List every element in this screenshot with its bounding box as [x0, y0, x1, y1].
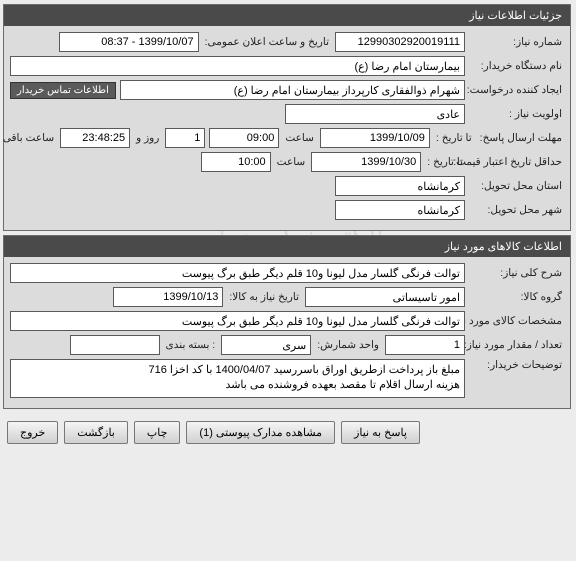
- qty-field[interactable]: [386, 335, 466, 355]
- qty-label: تعداد / مقدار مورد نیاز:: [470, 339, 565, 351]
- attachments-button[interactable]: مشاهده مدارک پیوستی (1): [187, 421, 336, 444]
- days-left-field[interactable]: [166, 128, 206, 148]
- time-label-2: ساعت: [276, 156, 309, 168]
- to-date-label: تا تاریخ :: [435, 132, 475, 144]
- group-label: گروه کالا:: [470, 291, 565, 303]
- org-label: نام دستگاه خریدار:: [470, 60, 565, 72]
- deadline-date-field[interactable]: [321, 128, 431, 148]
- need-number-label: شماره نیاز:: [470, 36, 565, 48]
- desc-field[interactable]: [11, 263, 466, 283]
- time-label-1: ساعت: [284, 132, 317, 144]
- spec-field[interactable]: [11, 311, 466, 331]
- hours-left-field[interactable]: [61, 128, 131, 148]
- announce-field[interactable]: [60, 32, 200, 52]
- delivery-province-field[interactable]: [336, 176, 466, 196]
- day-label: روز و: [135, 132, 162, 144]
- deadline-time-field[interactable]: [210, 128, 280, 148]
- button-bar: پاسخ به نیاز مشاهده مدارک پیوستی (1) چاپ…: [0, 413, 576, 452]
- respond-button[interactable]: پاسخ به نیاز: [342, 421, 421, 444]
- delivery-city-field[interactable]: [336, 200, 466, 220]
- buyer-notes-label: توضیحات خریدار:: [470, 359, 565, 371]
- to-date-label-2: تا تاریخ :: [426, 156, 466, 168]
- need-by-field[interactable]: [114, 287, 224, 307]
- org-field[interactable]: [11, 56, 466, 76]
- min-validity-label: حداقل تاریخ اعتبار قیمت:: [470, 156, 565, 169]
- goods-info-header: اطلاعات کالاهای مورد نیاز: [5, 236, 571, 257]
- deadline-label: مهلت ارسال پاسخ:: [479, 132, 565, 144]
- delivery-province-label: استان محل تحویل:: [470, 180, 565, 192]
- unit-label: واحد شمارش:: [316, 339, 382, 351]
- pack-label: : بسته بندی: [165, 339, 219, 351]
- creator-field[interactable]: [121, 80, 466, 100]
- delivery-city-label: شهر محل تحویل:: [470, 204, 565, 216]
- validity-date-field[interactable]: [312, 152, 422, 172]
- buyer-notes-field[interactable]: مبلغ باز پرداخت ازطریق اوراق باسررسید 14…: [11, 359, 466, 398]
- priority-field[interactable]: [286, 104, 466, 124]
- group-field[interactable]: [306, 287, 466, 307]
- creator-label: ایجاد کننده درخواست:: [470, 84, 565, 96]
- exit-button[interactable]: خروج: [8, 421, 59, 444]
- need-info-header: جزئیات اطلاعات نیاز: [5, 5, 571, 26]
- announce-label: تاریخ و ساعت اعلان عمومی:: [204, 36, 332, 48]
- remaining-label: ساعت باقی مانده: [0, 132, 57, 144]
- pack-field[interactable]: [71, 335, 161, 355]
- desc-label: شرح کلی نیاز:: [470, 267, 565, 279]
- need-number-field[interactable]: [336, 32, 466, 52]
- spec-label: مشخصات کالای مورد نیاز:: [470, 315, 565, 327]
- goods-info-panel: اطلاعات کالاهای مورد نیاز شرح کلی نیاز: …: [4, 235, 572, 409]
- priority-label: اولویت نیاز :: [470, 108, 565, 120]
- print-button[interactable]: چاپ: [135, 421, 182, 444]
- need-by-label: تاریخ نیاز به کالا:: [228, 291, 302, 303]
- contact-button[interactable]: اطلاعات تماس خریدار: [11, 82, 117, 99]
- validity-time-field[interactable]: [202, 152, 272, 172]
- back-button[interactable]: بازگشت: [65, 421, 129, 444]
- need-info-panel: جزئیات اطلاعات نیاز شماره نیاز: تاریخ و …: [4, 4, 572, 231]
- unit-field[interactable]: [222, 335, 312, 355]
